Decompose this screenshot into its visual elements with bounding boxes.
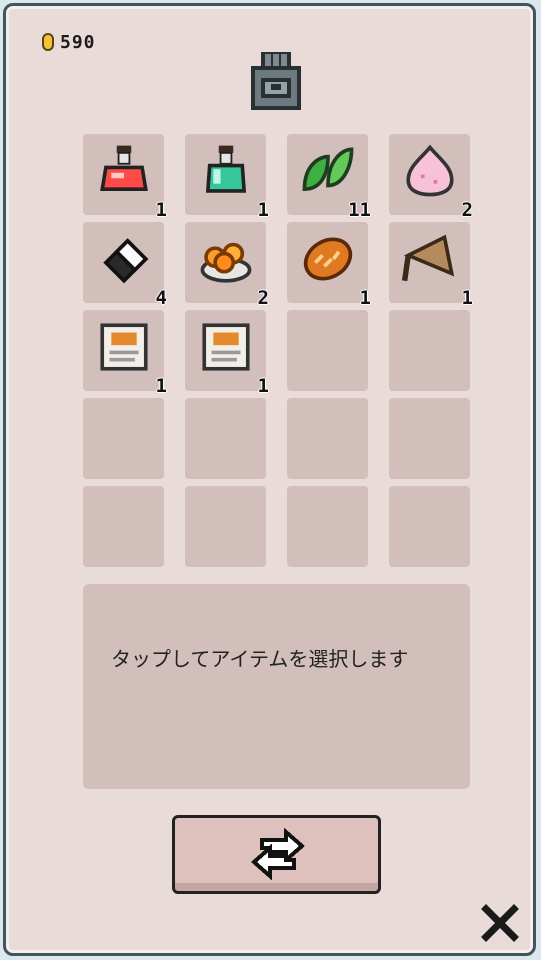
- rice-ball-icon: [102, 238, 148, 284]
- inventory-slot[interactable]: 4: [83, 222, 167, 309]
- inventory-slot[interactable]: 1: [389, 222, 473, 309]
- item-count: 1: [257, 199, 269, 221]
- green-potion-icon: [205, 145, 246, 193]
- coin-counter: 590: [42, 30, 96, 54]
- inventory-slot[interactable]: 1: [185, 134, 269, 221]
- close-icon[interactable]: [481, 904, 519, 942]
- gold-coin-icon: [42, 33, 54, 51]
- inventory-slot[interactable]: [185, 486, 266, 567]
- paper-fan-icon: [401, 234, 454, 282]
- item-description-box: タップしてアイテムを選択します: [83, 584, 470, 789]
- item-count: 1: [155, 375, 167, 397]
- red-potion-icon: [99, 145, 148, 192]
- inventory-slot[interactable]: 1: [83, 134, 167, 221]
- inventory-slot[interactable]: [83, 398, 164, 479]
- item-count: 1: [257, 375, 269, 397]
- backpack-icon: [251, 52, 301, 110]
- pink-slime-icon: [405, 144, 454, 197]
- inventory-slot[interactable]: 11: [287, 134, 371, 221]
- item-count: 4: [155, 287, 167, 309]
- coin-amount: 590: [60, 31, 96, 53]
- inventory-grid: 1 1 11 2 4 2 1 1 1 1: [83, 134, 473, 567]
- inventory-slot[interactable]: 1: [287, 222, 371, 309]
- item-count: 1: [155, 199, 167, 221]
- item-description-text: タップしてアイテムを選択します: [111, 647, 409, 671]
- recipe-card-icon: [201, 323, 250, 371]
- inventory-slot[interactable]: [185, 398, 266, 479]
- inventory-slot[interactable]: [287, 398, 368, 479]
- herb-leaves-icon: [302, 147, 353, 192]
- fruit-bowl-icon: [200, 242, 251, 283]
- item-count: 2: [257, 287, 269, 309]
- swap-button[interactable]: [172, 815, 381, 894]
- inventory-panel: 590 1 1 11 2 4 2 1 1 1 1 タップしてアイテムを選択します: [3, 3, 536, 956]
- inventory-slot[interactable]: [83, 486, 164, 567]
- inventory-slot[interactable]: 1: [185, 310, 269, 397]
- inventory-slot[interactable]: 2: [389, 134, 473, 221]
- item-count: 1: [359, 287, 371, 309]
- inventory-slot[interactable]: [389, 310, 470, 391]
- item-count: 1: [461, 287, 473, 309]
- recipe-card-icon: [99, 323, 148, 371]
- swap-arrows-icon: [250, 828, 306, 880]
- inventory-slot[interactable]: 2: [185, 222, 269, 309]
- inventory-slot[interactable]: [287, 486, 368, 567]
- bread-icon: [303, 237, 352, 281]
- inventory-slot[interactable]: 1: [83, 310, 167, 397]
- inventory-slot[interactable]: [389, 398, 470, 479]
- item-count: 2: [461, 199, 473, 221]
- item-count: 11: [348, 199, 371, 221]
- inventory-slot[interactable]: [287, 310, 368, 391]
- inventory-slot[interactable]: [389, 486, 470, 567]
